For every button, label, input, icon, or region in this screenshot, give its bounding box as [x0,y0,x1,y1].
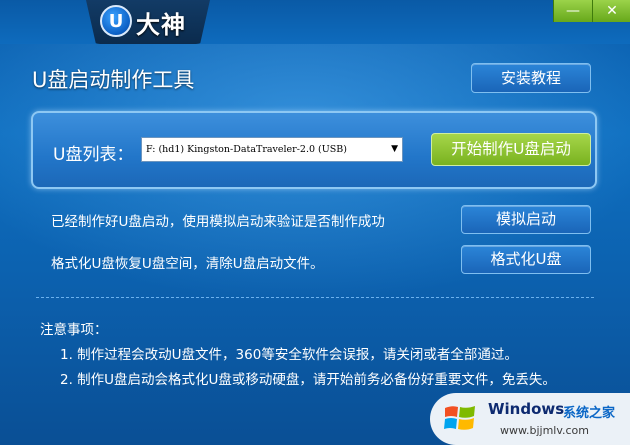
simulate-description: 已经制作好U盘启动，使用模拟启动来验证是否制作成功 [51,214,385,230]
page-title: U盘启动制作工具 [32,68,195,92]
note-item: 1. 制作过程会改动U盘文件，360等安全软件会误报，请关闭或者全部通过。 [60,347,518,363]
close-button[interactable]: ✕ [592,0,630,22]
windows-flag-icon [444,406,475,430]
app-logo-text: 大神 [136,11,186,39]
usb-device-select[interactable]: F: (hd1) Kingston-DataTraveler-2.0 (USB)… [141,137,403,162]
u-logo-icon: U [100,5,132,37]
usb-panel: U盘列表： F: (hd1) Kingston-DataTraveler-2.0… [31,111,597,189]
format-usb-button[interactable]: 格式化U盘 [461,245,591,274]
usb-device-value: F: (hd1) Kingston-DataTraveler-2.0 (USB) [146,144,347,155]
start-create-button[interactable]: 开始制作U盘启动 [431,133,591,166]
minimize-button[interactable]: — [553,0,592,22]
divider [36,297,594,298]
watermark-url: www.bjjmlv.com [500,424,589,437]
app-window: U 大神 — ✕ U盘启动制作工具 安装教程 U盘列表： F: (hd1) Ki… [0,0,630,445]
install-tutorial-button[interactable]: 安装教程 [471,63,591,93]
watermark-brand: Windows [488,400,565,418]
usb-list-label: U盘列表： [53,145,134,165]
title-bar: U 大神 — ✕ [0,0,630,44]
note-item: 2. 制作U盘启动会格式化U盘或移动硬盘，请开始前务必备份好重要文件，免丢失。 [60,372,556,388]
simulate-boot-button[interactable]: 模拟启动 [461,205,591,234]
watermark-site-name: 系统之家 [563,406,616,421]
notes-title: 注意事项： [40,322,108,338]
format-description: 格式化U盘恢复U盘空间，清除U盘启动文件。 [51,256,324,272]
chevron-down-icon[interactable]: ▼ [391,138,398,161]
